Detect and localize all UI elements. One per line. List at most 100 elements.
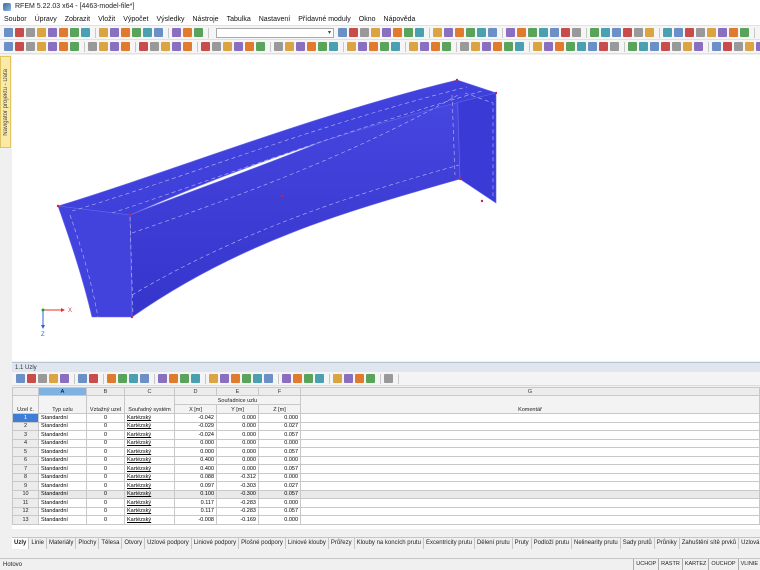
edit-tool-icon[interactable] [201, 42, 210, 51]
cell-reference-node[interactable]: 0 [86, 430, 125, 440]
edit-tool-icon[interactable] [420, 42, 429, 51]
edit-tool-icon[interactable] [610, 42, 619, 51]
main2-tool-icon[interactable] [729, 28, 738, 37]
cell-reference-node[interactable]: 0 [86, 515, 125, 525]
main2-tool-icon[interactable] [718, 28, 727, 37]
cell-node-type[interactable]: Standardní [38, 506, 87, 516]
cell-comment[interactable] [300, 481, 760, 491]
edit-tool-icon[interactable] [533, 42, 542, 51]
cell-node-number[interactable]: 3 [12, 430, 39, 440]
cell-y[interactable]: 0.000 [216, 447, 259, 457]
edit-tool-icon[interactable] [296, 42, 305, 51]
cell-node-number[interactable]: 7 [12, 464, 39, 474]
cell-coordinate-system[interactable]: Kartézský [124, 430, 175, 440]
main2-tool-icon[interactable] [645, 28, 654, 37]
cell-x[interactable]: -0.042 [174, 413, 217, 423]
table-tab[interactable]: Průniky [655, 538, 680, 549]
cell-x[interactable]: -0.008 [174, 515, 217, 525]
edit-tool-icon[interactable] [15, 42, 24, 51]
cell-z[interactable]: 0.057 [258, 489, 301, 499]
main2-tool-icon[interactable] [360, 28, 369, 37]
table-tab[interactable]: Podloží prutu [532, 538, 573, 549]
edit-tool-icon[interactable] [672, 42, 681, 51]
main2-tool-icon[interactable] [455, 28, 464, 37]
cell-coordinate-system[interactable]: Kartézský [124, 413, 175, 423]
status-kartez-button[interactable]: KARTEZ [681, 559, 709, 570]
cell-z[interactable]: 0.000 [258, 498, 301, 508]
status-ouchop-button[interactable]: OUCHOP [708, 559, 737, 570]
main2-tool-icon[interactable] [404, 28, 413, 37]
main-tool-icon[interactable] [183, 28, 192, 37]
cell-y[interactable]: 0.000 [216, 438, 259, 448]
cell-node-number[interactable]: 11 [12, 498, 39, 508]
edit-tool-icon[interactable] [369, 42, 378, 51]
main2-tool-icon[interactable] [696, 28, 705, 37]
edit-tool-icon[interactable] [183, 42, 192, 51]
col-letter-c[interactable]: C [124, 387, 175, 396]
cell-z[interactable]: 0.057 [258, 464, 301, 474]
table-tab[interactable]: Uzlová uv [739, 538, 760, 549]
edit-tool-icon[interactable] [515, 42, 524, 51]
main2-tool-icon[interactable] [550, 28, 559, 37]
table-row[interactable]: 5 Standardní 0 Kartézský 0.000 0.000 0.057 [12, 447, 760, 457]
cell-x[interactable]: -0.024 [174, 430, 217, 440]
table-row[interactable]: 13 Standardní 0 Kartézský -0.008 -0.169 0.000 [12, 515, 760, 525]
cell-coordinate-system[interactable]: Kartézský [124, 489, 175, 499]
cell-node-type[interactable]: Standardní [38, 413, 87, 423]
model-canvas[interactable]: X Z [12, 55, 760, 361]
main2-tool-icon[interactable] [506, 28, 515, 37]
edit-tool-icon[interactable] [504, 42, 513, 51]
cell-y[interactable]: 0.000 [216, 455, 259, 465]
table-row[interactable]: 2 Standardní 0 Kartézský -0.029 0.000 0.027 [12, 421, 760, 431]
status-rastr-button[interactable]: RASTR [658, 559, 682, 570]
main2-tool-icon[interactable] [612, 28, 621, 37]
edit-tool-icon[interactable] [493, 42, 502, 51]
cell-coordinate-system[interactable]: Kartézský [124, 447, 175, 457]
table-tool-icon[interactable] [107, 374, 116, 383]
menu-napoveda[interactable]: Nápověda [384, 16, 416, 23]
main2-tool-icon[interactable] [477, 28, 486, 37]
main2-tool-icon[interactable] [634, 28, 643, 37]
menu-vlozit[interactable]: Vložit [98, 16, 115, 23]
cell-z[interactable]: 0.027 [258, 481, 301, 491]
cell-node-type[interactable]: Standardní [38, 447, 87, 457]
cell-coordinate-system[interactable]: Kartézský [124, 464, 175, 474]
main-tool-icon[interactable] [81, 28, 90, 37]
main2-tool-icon[interactable] [685, 28, 694, 37]
main2-tool-icon[interactable] [707, 28, 716, 37]
table-tool-icon[interactable] [366, 374, 375, 383]
edit-tool-icon[interactable] [628, 42, 637, 51]
cell-node-number[interactable]: 8 [12, 472, 39, 482]
edit-tool-icon[interactable] [683, 42, 692, 51]
main2-tool-icon[interactable] [444, 28, 453, 37]
cell-x[interactable]: 0.000 [174, 447, 217, 457]
table-tool-icon[interactable] [89, 374, 98, 383]
cell-reference-node[interactable]: 0 [86, 413, 125, 423]
edit-tool-icon[interactable] [639, 42, 648, 51]
table-tool-icon[interactable] [49, 374, 58, 383]
table-tool-icon[interactable] [38, 374, 47, 383]
cell-comment[interactable] [300, 489, 760, 499]
cell-reference-node[interactable]: 0 [86, 421, 125, 431]
cell-coordinate-system[interactable]: Kartézský [124, 472, 175, 482]
table-tab[interactable]: Uzly [12, 538, 30, 549]
edit-tool-icon[interactable] [307, 42, 316, 51]
edit-tool-icon[interactable] [391, 42, 400, 51]
edit-tool-icon[interactable] [121, 42, 130, 51]
cell-reference-node[interactable]: 0 [86, 464, 125, 474]
cell-node-number[interactable]: 1 [12, 413, 39, 423]
cell-x[interactable]: 0.100 [174, 489, 217, 499]
edit-tool-icon[interactable] [274, 42, 283, 51]
cell-comment[interactable] [300, 413, 760, 423]
table-tool-icon[interactable] [129, 374, 138, 383]
cell-coordinate-system[interactable]: Kartézský [124, 455, 175, 465]
table-tool-icon[interactable] [169, 374, 178, 383]
cell-reference-node[interactable]: 0 [86, 506, 125, 516]
main-tool-icon[interactable] [172, 28, 181, 37]
edit-tool-icon[interactable] [172, 42, 181, 51]
main-tool-icon[interactable] [48, 28, 57, 37]
cell-node-number[interactable]: 5 [12, 447, 39, 457]
menu-soubor[interactable]: Soubor [4, 16, 27, 23]
edit-tool-icon[interactable] [431, 42, 440, 51]
cell-node-number[interactable]: 10 [12, 489, 39, 499]
